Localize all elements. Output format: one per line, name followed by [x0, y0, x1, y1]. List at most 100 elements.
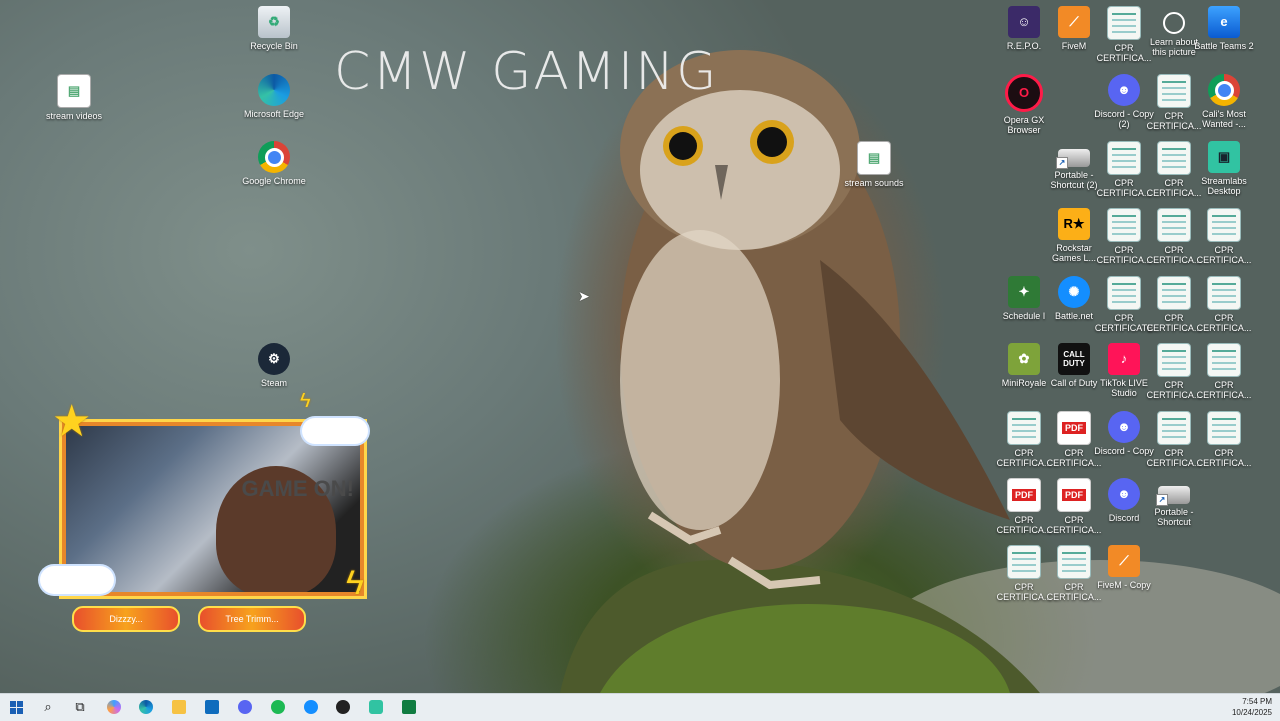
desktop-icon-calis-most-wanted[interactable]: Cali's Most Wanted -...	[1192, 74, 1256, 129]
desktop-icon-label: CPR CERTIFICA...	[1196, 448, 1252, 468]
cloud-icon	[40, 566, 114, 594]
desktop-icon-stream-sounds[interactable]: ▤ stream sounds	[842, 141, 906, 188]
lightning-icon: ϟ	[300, 390, 311, 412]
schedule-i-icon: ✦	[1008, 276, 1040, 308]
start-button[interactable]	[5, 697, 27, 717]
task-view-icon: ⧉	[75, 699, 85, 714]
repo-icon: ☺	[1008, 6, 1040, 38]
search-button[interactable]: ⌕	[37, 697, 59, 717]
edge-icon	[139, 700, 153, 714]
pdf-icon: PDF	[1057, 411, 1091, 445]
battlenet-icon	[304, 700, 318, 714]
shirt-text: GAME ON!	[241, 476, 354, 501]
taskbar-copilot[interactable]	[103, 697, 125, 717]
file-explorer-icon	[172, 700, 186, 714]
desktop-icon-cpr-certificate[interactable]: CPR CERTIFICA...	[1192, 343, 1256, 400]
certificate-icon	[1157, 343, 1191, 377]
fivem-icon: ⟋	[1058, 6, 1090, 38]
clock-time: 7:54 PM	[1242, 697, 1272, 706]
drive-icon	[1056, 149, 1090, 169]
desktop-icon-label: Portable - Shortcut	[1154, 507, 1194, 527]
taskbar-battlenet[interactable]	[300, 697, 322, 717]
desktop-icon-label: Opera GX Browser	[1003, 115, 1045, 135]
desktop-icon-cpr-certificate[interactable]: CPR CERTIFICA...	[1192, 276, 1256, 333]
outlook-icon	[205, 700, 219, 714]
certificate-icon	[1107, 6, 1141, 40]
media-player-icon	[336, 700, 350, 714]
pdf-icon: PDF	[1007, 478, 1041, 512]
taskbar-streamlabs[interactable]	[365, 697, 387, 717]
task-view-button[interactable]: ⧉	[69, 697, 91, 717]
windows-start-icon	[9, 700, 23, 714]
system-clock[interactable]: 7:54 PM 10/24/2025	[1232, 696, 1272, 718]
certificate-icon	[1157, 276, 1191, 310]
spotify-icon	[271, 700, 285, 714]
desktop-icon-cpr-certificate[interactable]: CPR CERTIFICA...	[1192, 208, 1256, 265]
camera-icon	[1163, 12, 1185, 34]
miniroyale-icon: ✿	[1008, 343, 1040, 375]
battlenet-icon: ✺	[1058, 276, 1090, 308]
taskbar-media-player[interactable]	[332, 697, 354, 717]
battle-teams-icon: e	[1208, 6, 1240, 38]
certificate-icon	[1207, 208, 1241, 242]
certificate-icon	[1207, 276, 1241, 310]
desktop-icon-google-chrome[interactable]: Google Chrome	[242, 141, 306, 186]
alert-follower-badge: Dizzzy...	[72, 606, 180, 632]
edge-icon	[258, 74, 290, 106]
desktop-icon-stream-videos[interactable]: ▤ stream videos	[42, 74, 106, 121]
cod-icon: CALL DUTY	[1058, 343, 1090, 375]
copilot-icon	[107, 700, 121, 714]
desktop-icon-label: CPR CERTIFICA...	[1196, 313, 1252, 333]
desktop-icon-microsoft-edge[interactable]: Microsoft Edge	[242, 74, 306, 119]
steam-icon: ⚙	[258, 343, 290, 375]
cloud-icon	[302, 418, 368, 444]
discord-icon: ☻	[1108, 478, 1140, 510]
taskbar-excel[interactable]	[398, 697, 420, 717]
alert-subscriber-badge: Tree Trimm...	[198, 606, 306, 632]
taskbar-discord[interactable]	[234, 697, 256, 717]
mouse-cursor-icon: ➤	[578, 288, 590, 304]
discord-icon: ☻	[1108, 411, 1140, 443]
certificate-icon	[1107, 208, 1141, 242]
desktop-icon-label: stream sounds	[844, 178, 904, 188]
taskbar-outlook[interactable]	[201, 697, 223, 717]
desktop-icon-label: Steam	[260, 378, 287, 388]
desktop-icon-label: Battle Teams 2	[1194, 41, 1254, 51]
desktop-icon-label: CPR CERTIFICA...	[1196, 245, 1252, 265]
desktop-icon-streamlabs[interactable]: ▣ Streamlabs Desktop	[1192, 141, 1256, 196]
desktop-icon-label: stream videos	[45, 111, 103, 121]
desktop-icon-label: Microsoft Edge	[243, 109, 305, 119]
taskbar-edge[interactable]	[135, 697, 157, 717]
certificate-icon	[1157, 208, 1191, 242]
taskbar-spotify[interactable]	[267, 697, 289, 717]
desktop-icon-steam[interactable]: ⚙ Steam	[242, 343, 306, 388]
certificate-icon	[1007, 545, 1041, 579]
desktop-icon-recycle-bin[interactable]: ♻ Recycle Bin	[242, 6, 306, 51]
taskbar-file-explorer[interactable]	[168, 697, 190, 717]
search-icon: ⌕	[44, 699, 52, 714]
desktop-icon-battle-teams-2[interactable]: e Battle Teams 2	[1192, 6, 1256, 51]
desktop-icon-label: CPR CERTIFICA...	[1196, 380, 1252, 400]
certificate-icon	[1107, 141, 1141, 175]
certificate-icon	[1107, 276, 1141, 310]
desktop-icon-portable-shortcut[interactable]: Portable - Shortcut	[1142, 478, 1206, 527]
pdf-icon: PDF	[1057, 478, 1091, 512]
recycle-bin-icon: ♻	[258, 6, 290, 38]
certificate-icon	[1057, 545, 1091, 579]
drive-icon	[1156, 486, 1190, 506]
desktop-icon-label: Streamlabs Desktop	[1201, 176, 1247, 196]
rockstar-icon: R★	[1058, 208, 1090, 240]
wallpaper-brand-text: CMW GAMING	[334, 42, 719, 102]
desktop-icon-fivem-copy[interactable]: ⟋ FiveM - Copy	[1092, 545, 1156, 590]
streamlabs-icon: ▣	[1208, 141, 1240, 173]
desktop-icon-cpr-certificate[interactable]: CPR CERTIFICA...	[1192, 411, 1256, 468]
chrome-icon	[258, 141, 290, 173]
taskbar: ⌕ ⧉ 7:54 PM 10/24/2025	[0, 693, 1280, 721]
folder-icon: ▤	[57, 74, 91, 108]
folder-icon: ▤	[857, 141, 891, 175]
desktop-icon-label: FiveM - Copy	[1097, 580, 1151, 590]
desktop-icon-opera-gx[interactable]: O Opera GX Browser	[992, 74, 1056, 135]
tiktok-icon: ♪	[1108, 343, 1140, 375]
desktop-icon-label: Recycle Bin	[250, 41, 298, 51]
certificate-icon	[1207, 343, 1241, 377]
